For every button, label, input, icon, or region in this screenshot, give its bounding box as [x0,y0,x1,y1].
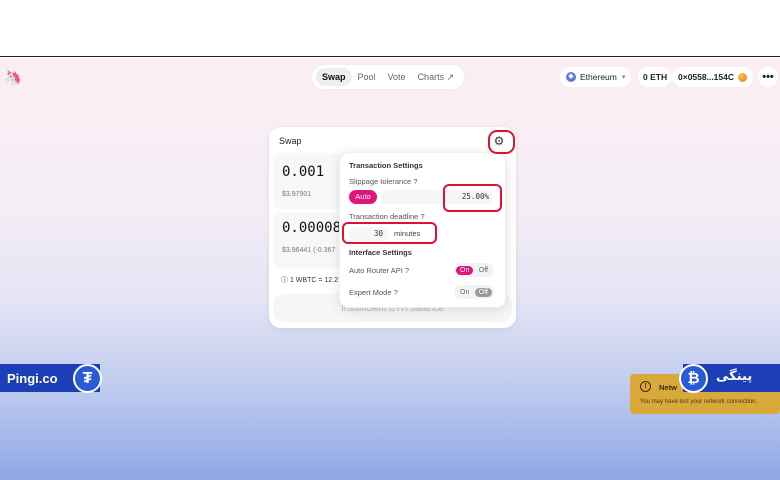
input-token-panel[interactable] [273,153,343,209]
nav-charts[interactable]: Charts ↗ [412,68,461,87]
output-amount[interactable]: 0.00008 [282,220,341,236]
auto-router-label: Auto Router API ? [349,266,410,275]
expert-mode-on[interactable]: On [456,288,473,297]
wallet-address: 0×0558...154C [678,72,735,82]
nav-swap[interactable]: Swap [316,68,352,86]
interface-settings-title: Interface Settings [349,248,412,257]
expert-mode-off[interactable]: Off [474,287,492,297]
more-menu-button[interactable]: ••• [758,67,778,87]
auto-router-toggle[interactable]: On Off [454,263,494,277]
transaction-settings-title: Transaction Settings [349,161,423,170]
input-usd-value: $3.97901 [282,191,312,198]
network-label: Ethereum [580,72,617,82]
info-icon: ⓘ [281,277,288,284]
chevron-down-icon: ▾ [621,74,626,81]
ethereum-icon: ◆ [566,72,576,82]
deadline-highlight [342,222,437,244]
exchange-rate-text: 1 WBTC = 12.2 [289,277,338,284]
slippage-highlight [443,184,502,212]
gear-highlight [488,130,515,154]
watermark-left-text: Pingi.co [7,370,58,386]
nav-vote[interactable]: Vote [382,68,412,86]
watermark-right-text: پینگی [716,369,753,384]
top-divider [0,56,780,57]
warning-icon: ! [640,381,651,392]
expert-mode-label: Expert Mode ? [349,288,398,297]
bitcoin-logo-icon: ₿ [679,364,708,393]
main-nav: Swap Pool Vote Charts ↗ [312,65,465,89]
swap-title: Swap [279,136,302,146]
deadline-label: Transaction deadline ? [349,212,425,221]
output-usd-value: $3.96441 (-0.367 [282,247,336,254]
toast-title: Netw [659,383,677,392]
expert-mode-toggle[interactable]: On Off [454,285,494,299]
auto-router-on[interactable]: On [456,265,474,275]
auto-router-off[interactable]: Off [475,266,492,275]
toast-body: You may have lost your network connectio… [640,399,758,405]
slippage-auto-button[interactable]: Auto [349,190,377,204]
tether-logo-icon: ₮ [73,364,102,393]
slippage-label: Slippage tolerance ? [349,177,418,186]
exchange-rate: ⓘ 1 WBTC = 12.2 [281,275,338,285]
avatar [738,72,748,82]
eth-balance: 0 ETH [638,67,673,87]
network-selector[interactable]: ◆ Ethereum ▾ [560,67,632,87]
wallet-address-button[interactable]: 0×0558...154C [672,67,754,87]
nav-pool[interactable]: Pool [352,68,382,86]
uniswap-logo-icon[interactable]: 🦄 [4,69,21,85]
input-amount[interactable]: 0.001 [282,164,324,180]
